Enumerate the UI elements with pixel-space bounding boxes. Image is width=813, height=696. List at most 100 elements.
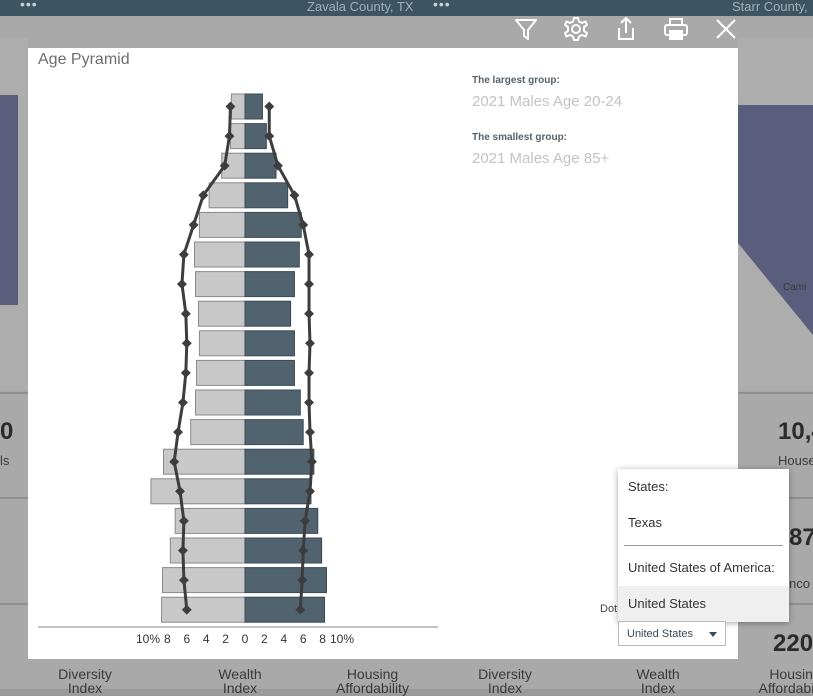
x-tick-label: 8 (319, 632, 326, 646)
female-comparison-point (177, 397, 188, 408)
male-bar (244, 182, 289, 209)
x-tick-label: 2 (261, 632, 268, 646)
male-comparison-point (264, 101, 275, 112)
female-bar (196, 359, 246, 386)
male-bar (244, 93, 263, 120)
male-bar (244, 271, 295, 298)
smallest-group-label: The smallest group: (472, 132, 568, 143)
background-map-label: Cami (783, 282, 807, 293)
dropdown-option-united-states[interactable]: United States (618, 586, 789, 622)
male-comparison-point (305, 427, 315, 438)
male-bar (244, 596, 326, 623)
divider (0, 392, 28, 394)
geography-dropdown-menu: States: Texas United States of America: … (618, 469, 789, 622)
male-bar (244, 241, 300, 268)
x-tick-label: 0 (242, 632, 249, 646)
female-comparison-point (178, 249, 189, 260)
gear-icon[interactable] (561, 14, 591, 44)
x-tick-label: 10% (136, 632, 160, 646)
female-bar (198, 330, 246, 357)
x-tick-label: 6 (300, 632, 307, 646)
close-icon[interactable] (711, 14, 741, 44)
print-icon[interactable] (661, 14, 691, 44)
male-comparison-point (305, 338, 315, 349)
male-bar (244, 359, 295, 386)
female-comparison-line (172, 106, 232, 610)
female-comparison-point (188, 219, 199, 230)
background-tile-label: Housing Affordability (758, 666, 813, 696)
background-tile-label: Wealth Index (636, 666, 680, 696)
geography-select-value: United States (627, 628, 694, 640)
background-tile-label: Wealth Index (218, 666, 262, 696)
largest-group-label: The largest group: (472, 75, 560, 86)
share-icon[interactable] (611, 14, 641, 44)
male-bar (244, 567, 327, 594)
background-stat: 0 (0, 418, 14, 445)
male-bar (244, 123, 267, 150)
more-icon: ••• (433, 0, 451, 12)
dropdown-divider (624, 545, 783, 546)
x-tick-label: 2 (222, 632, 229, 646)
background-tile-label: Housing Affordability (336, 666, 409, 696)
male-bar (244, 330, 295, 357)
female-bar (194, 241, 246, 268)
divider (0, 497, 28, 499)
female-comparison-point (177, 279, 187, 290)
female-comparison-point (181, 338, 192, 349)
male-bar (244, 419, 304, 446)
largest-group-value: 2021 Males Age 20-24 (472, 93, 623, 110)
male-bar (244, 448, 315, 475)
male-comparison-point (304, 397, 314, 408)
female-bar (162, 567, 246, 594)
background-stat: 10,4 (778, 418, 813, 445)
male-bar (244, 389, 301, 416)
divider (738, 392, 813, 394)
x-tick-label: 6 (183, 632, 190, 646)
female-bar (198, 211, 246, 238)
background-stat-label: nco (789, 576, 810, 591)
male-bar (244, 152, 277, 179)
dropdown-group-header: United States of America: (628, 560, 775, 575)
female-comparison-point (180, 308, 191, 319)
x-tick-label: 8 (164, 632, 171, 646)
x-tick-label: 10% (330, 632, 354, 646)
male-comparison-point (304, 367, 314, 378)
background-map-shape (0, 95, 18, 305)
background-stat-label: ls (0, 453, 10, 468)
female-bar (190, 419, 246, 446)
male-comparison-point (304, 249, 314, 260)
background-stat-label: House (778, 453, 813, 468)
female-comparison-point (180, 367, 191, 378)
background-title-left: Zavala County, TX (307, 0, 414, 14)
male-comparison-point (304, 279, 314, 290)
dropdown-group-header: States: (628, 479, 669, 494)
female-bar (195, 271, 246, 298)
female-comparison-point (173, 427, 184, 438)
male-comparison-point (304, 308, 314, 319)
female-bar (195, 389, 246, 416)
male-bar (244, 537, 323, 564)
female-bar (161, 596, 246, 623)
filter-icon[interactable] (511, 14, 541, 44)
x-tick-label: 4 (203, 632, 210, 646)
background-stat: 220 (773, 630, 813, 657)
smallest-group-value: 2021 Males Age 85+ (472, 150, 610, 167)
x-tick-label: 4 (280, 632, 287, 646)
geography-select[interactable]: United States (618, 621, 726, 646)
female-bar (197, 300, 246, 327)
dot-selector-label: Dot (600, 603, 618, 615)
more-icon: ••• (20, 0, 38, 12)
male-comparison-line (267, 106, 314, 610)
chevron-down-icon (709, 632, 717, 637)
female-bar (208, 182, 246, 209)
background-title-right: Starr County, (732, 0, 808, 14)
dropdown-option-texas[interactable]: Texas (618, 505, 789, 541)
male-bar (244, 211, 302, 238)
female-bar (150, 478, 246, 505)
male-bar (244, 478, 312, 505)
divider (0, 603, 28, 605)
background-stat: 87 (789, 524, 813, 551)
background-tile-label: Diversity Index (58, 666, 112, 696)
background-tile-label: Diversity Index (478, 666, 532, 696)
age-pyramid-chart: 10% 8 6 4 2 0 2 4 6 8 10% (38, 93, 438, 646)
